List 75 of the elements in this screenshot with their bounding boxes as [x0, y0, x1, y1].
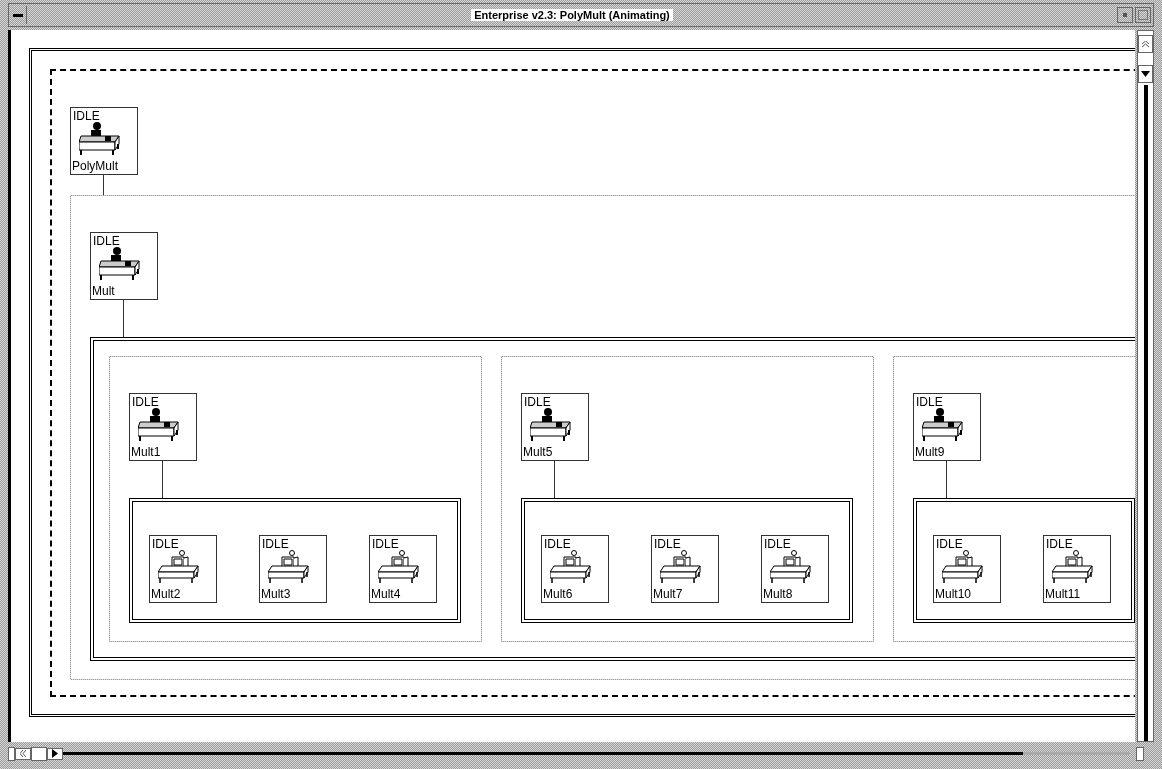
node-label: Mult6: [542, 588, 574, 601]
process-node[interactable]: IDLE Mult7: [651, 535, 719, 603]
double-caret-left-icon: [20, 750, 26, 757]
scroll-thumb[interactable]: [31, 746, 47, 761]
person-at-desk-icon: [79, 122, 123, 156]
computer-on-desk-icon: [550, 550, 594, 584]
triangle-down-icon: [1141, 71, 1150, 77]
scroll-thumb[interactable]: [1136, 746, 1144, 761]
person-at-desk-icon: [922, 408, 966, 442]
node-label: Mult7: [652, 588, 684, 601]
status-label: IDLE: [764, 538, 791, 551]
status-label: IDLE: [936, 538, 963, 551]
computer-on-desk-icon: [770, 550, 814, 584]
computer-on-desk-icon: [268, 550, 312, 584]
triangle-right-icon: [52, 749, 58, 758]
process-node[interactable]: IDLE Mult8: [761, 535, 829, 603]
node-label: Mult5: [522, 446, 554, 459]
person-at-desk-icon: [138, 408, 182, 442]
connector-line: [946, 461, 947, 498]
process-node[interactable]: IDLE Mult2: [149, 535, 217, 603]
minimize-button[interactable]: [1117, 7, 1133, 23]
node-label: PolyMult: [71, 160, 119, 173]
process-node[interactable]: IDLE PolyMult: [70, 107, 138, 175]
status-label: IDLE: [93, 235, 120, 248]
maximize-icon: [1138, 10, 1148, 20]
node-label: Mult1: [130, 446, 162, 459]
node-label: Mult11: [1044, 588, 1082, 601]
window-title: Enterprise v2.3: PolyMult (Animating): [471, 9, 673, 21]
status-label: IDLE: [524, 396, 551, 409]
connector-line: [103, 175, 104, 195]
process-node[interactable]: IDLE Mult1: [129, 393, 197, 461]
node-label: Mult3: [260, 588, 292, 601]
connector-line: [162, 461, 163, 498]
computer-on-desk-icon: [158, 550, 202, 584]
scroll-end-button[interactable]: [8, 746, 15, 761]
process-node[interactable]: IDLE Mult5: [521, 393, 589, 461]
status-label: IDLE: [152, 538, 179, 551]
node-label: Mult10: [934, 588, 973, 601]
person-at-desk-icon: [99, 247, 143, 281]
person-at-desk-icon: [530, 408, 574, 442]
node-label: Mult: [91, 285, 116, 298]
scroll-left-button[interactable]: [15, 747, 31, 760]
status-label: IDLE: [372, 538, 399, 551]
computer-on-desk-icon: [378, 550, 422, 584]
node-label: Mult9: [914, 446, 946, 459]
status-label: IDLE: [73, 110, 100, 123]
status-label: IDLE: [132, 396, 159, 409]
double-caret-up-icon: [1142, 41, 1149, 47]
status-label: IDLE: [916, 396, 943, 409]
scroll-up-button[interactable]: [1138, 35, 1153, 53]
minimize-icon: [1123, 13, 1127, 17]
scroll-right-button[interactable]: [47, 747, 63, 760]
menu-icon: [12, 13, 23, 17]
process-node[interactable]: IDLE Mult6: [541, 535, 609, 603]
computer-on-desk-icon: [660, 550, 704, 584]
node-label: Mult2: [150, 588, 182, 601]
vertical-scrollbar[interactable]: [1137, 30, 1154, 742]
maximize-button[interactable]: [1135, 7, 1151, 23]
computer-on-desk-icon: [1052, 550, 1096, 584]
node-label: Mult8: [762, 588, 794, 601]
process-node[interactable]: IDLE Mult4: [369, 535, 437, 603]
status-label: IDLE: [544, 538, 571, 551]
status-label: IDLE: [654, 538, 681, 551]
connector-line: [554, 461, 555, 498]
process-node[interactable]: IDLE Mult: [90, 232, 158, 300]
node-label: Mult4: [370, 588, 402, 601]
scroll-down-button[interactable]: [1138, 65, 1153, 83]
process-node[interactable]: IDLE Mult11: [1043, 535, 1111, 603]
process-node[interactable]: IDLE Mult10: [933, 535, 1001, 603]
status-label: IDLE: [1046, 538, 1073, 551]
computer-on-desk-icon: [942, 550, 986, 584]
connector-line: [123, 300, 124, 337]
status-label: IDLE: [262, 538, 289, 551]
process-node[interactable]: IDLE Mult3: [259, 535, 327, 603]
process-node[interactable]: IDLE Mult9: [913, 393, 981, 461]
